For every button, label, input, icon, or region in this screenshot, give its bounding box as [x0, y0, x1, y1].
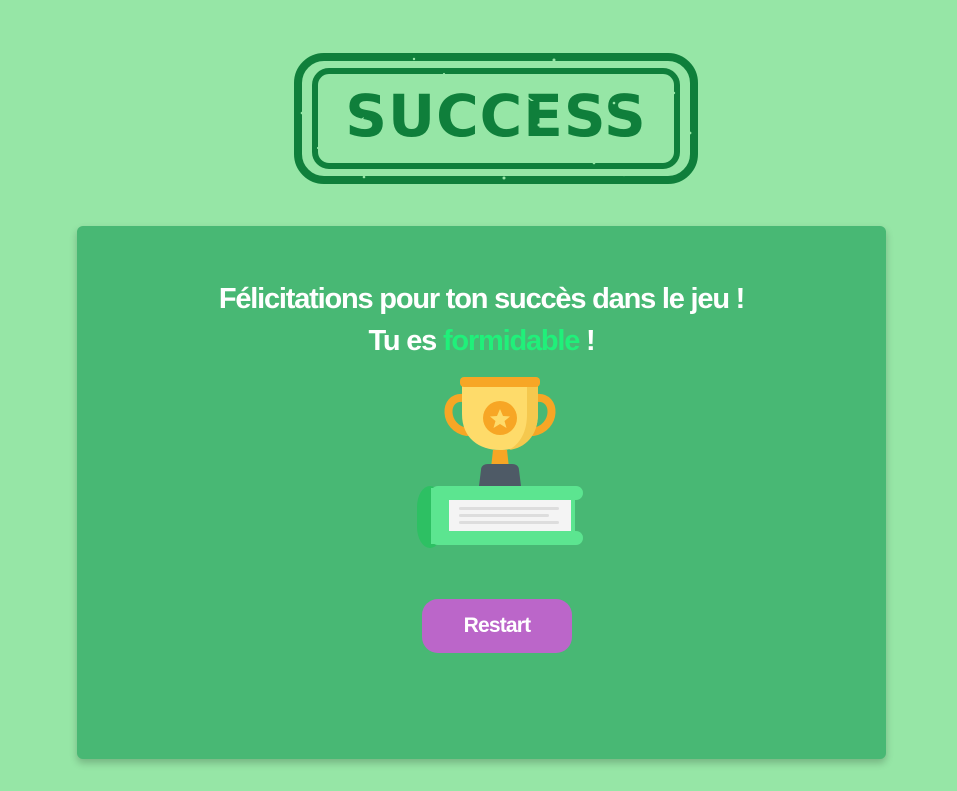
success-stamp: SUCCESS	[294, 53, 698, 184]
stamp-text: SUCCESS	[345, 82, 647, 150]
message-line-1: Félicitations pour ton succès dans le je…	[218, 283, 746, 315]
success-card: Félicitations pour ton succès dans le je…	[77, 226, 886, 759]
message-suffix: !	[586, 325, 596, 357]
message-line-2: Tu es formidable !	[77, 320, 886, 362]
trophy-on-book-icon	[417, 377, 583, 548]
message-prefix: Tu es	[368, 325, 437, 357]
message-highlight: formidable	[442, 325, 580, 357]
success-stamp-icon: SUCCESS	[294, 53, 698, 184]
congratulations-message: Félicitations pour ton succès dans le je…	[77, 278, 886, 362]
restart-button[interactable]: Restart	[422, 599, 572, 653]
trophy-on-book-illustration	[415, 376, 585, 548]
